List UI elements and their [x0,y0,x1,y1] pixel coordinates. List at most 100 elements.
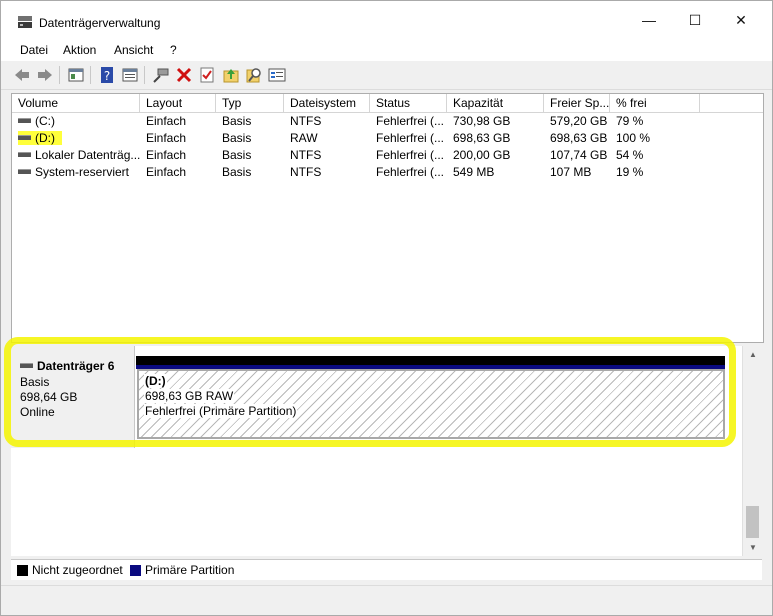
toolbar-separator [59,66,60,84]
minimize-button[interactable]: — [626,1,672,39]
unallocated-swatch [17,565,28,576]
close-button[interactable]: ✕ [718,1,764,39]
disk-state: Online [20,405,55,419]
maximize-button[interactable]: ☐ [672,1,718,39]
type-cell: Basis [222,131,252,145]
legend: Nicht zugeordnet Primäre Partition [11,559,762,580]
scroll-thumb[interactable] [746,506,759,538]
status-bar [1,585,772,615]
drive-icon [18,135,31,141]
console-tree-icon[interactable] [67,66,85,84]
percent-free-cell: 100 % [616,131,651,145]
filesystem-cell: NTFS [290,165,322,179]
percent-free-cell: 79 % [616,114,644,128]
menu-action[interactable]: Aktion [63,43,96,57]
volume-cell: System-reserviert [12,164,140,181]
toolbar-separator [90,66,91,84]
partition-letter: (D:) [144,374,167,388]
filesystem-cell: NTFS [290,148,322,162]
drive-icon [18,152,31,158]
column-header-status[interactable]: Status [370,94,447,112]
volume-cell: (C:) [12,113,140,130]
menu-view[interactable]: Ansicht [114,43,153,57]
volume-list[interactable]: Volume Layout Typ Dateisystem Status Kap… [11,93,764,343]
volume-row-local[interactable]: Lokaler Datenträg... Einfach Basis NTFS … [12,147,763,164]
menu-help[interactable]: ? [170,43,177,57]
volume-row-d[interactable]: (D:) Einfach Basis RAW Fehlerfrei (... 6… [12,130,763,147]
percent-free-cell: 54 % [616,148,644,162]
free-space-cell: 107 MB [550,165,592,179]
disk-management-app-icon [18,16,32,28]
column-header-filesystem[interactable]: Dateisystem [284,94,370,112]
status-cell: Fehlerfrei (... [376,148,445,162]
column-header-free-space[interactable]: Freier Sp... [544,94,610,112]
toolbar-separator [144,66,145,84]
column-header-layout[interactable]: Layout [140,94,216,112]
column-header-type[interactable]: Typ [216,94,284,112]
type-cell: Basis [222,165,252,179]
search-icon[interactable] [245,66,263,84]
window-title: Datenträgerverwaltung [39,16,161,30]
back-arrow-icon[interactable] [13,66,31,84]
disk-label[interactable]: Datenträger 6 Basis 698,64 GB Online [11,346,135,448]
column-header-percent-free[interactable]: % frei [610,94,700,112]
drive-icon [18,169,31,175]
disk-map-scrollbar[interactable]: ▲ ▼ [742,346,763,556]
capacity-cell: 698,63 GB [453,131,511,145]
volume-name: (D:) [35,131,55,145]
status-cell: Fehlerfrei (... [376,114,445,128]
folder-up-icon[interactable] [222,66,240,84]
legend-primary: Primäre Partition [145,563,235,577]
percent-free-cell: 19 % [616,165,644,179]
properties-icon[interactable] [121,66,139,84]
toolbar: ? [1,61,772,90]
partition-size-fs: 698,63 GB RAW [144,389,235,403]
connect-icon[interactable] [152,66,170,84]
help-icon[interactable]: ? [98,66,116,84]
menu-bar: Datei Aktion Ansicht ? [1,39,772,61]
legend-unallocated: Nicht zugeordnet [32,563,123,577]
layout-cell: Einfach [146,148,187,162]
volume-cell: Lokaler Datenträg... [12,147,140,164]
partition-d[interactable]: (D:) 698,63 GB RAW Fehlerfrei (Primäre P… [137,369,725,439]
type-cell: Basis [222,148,252,162]
filesystem-cell: NTFS [290,114,322,128]
capacity-cell: 549 MB [453,165,495,179]
free-space-cell: 698,63 GB [550,131,608,145]
disk-icon [20,363,33,369]
type-cell: Basis [222,114,252,128]
svg-text:?: ? [104,69,110,83]
filesystem-cell: RAW [290,131,318,145]
partition-status: Fehlerfrei (Primäre Partition) [144,404,298,418]
disk-map-pane[interactable]: Datenträger 6 Basis 698,64 GB Online (D:… [11,346,742,556]
column-header-capacity[interactable]: Kapazität [447,94,544,112]
volume-name: (C:) [35,114,55,128]
delete-icon[interactable] [175,66,193,84]
volume-row-system-reserved[interactable]: System-reserviert Einfach Basis NTFS Feh… [12,164,763,181]
layout-cell: Einfach [146,131,187,145]
check-icon[interactable] [198,66,216,84]
scroll-up-arrow-icon[interactable]: ▲ [743,346,763,363]
drive-icon [18,118,31,124]
title-bar: Datenträgerverwaltung — ☐ ✕ [1,1,772,39]
primary-partition-swatch [130,565,141,576]
settings-list-icon[interactable] [268,66,286,84]
capacity-cell: 200,00 GB [453,148,511,162]
forward-arrow-icon[interactable] [36,66,54,84]
disk-size: 698,64 GB [20,390,78,404]
layout-cell: Einfach [146,165,187,179]
status-cell: Fehlerfrei (... [376,131,445,145]
status-cell: Fehlerfrei (... [376,165,445,179]
disk-name: Datenträger 6 [37,359,115,373]
scroll-down-arrow-icon[interactable]: ▼ [743,539,763,556]
layout-cell: Einfach [146,114,187,128]
capacity-cell: 730,98 GB [453,114,511,128]
disk-type: Basis [20,375,50,389]
free-space-cell: 579,20 GB [550,114,608,128]
menu-file[interactable]: Datei [20,43,48,57]
volume-cell: (D:) [12,130,140,147]
volume-row-c[interactable]: (C:) Einfach Basis NTFS Fehlerfrei (... … [12,113,763,130]
free-space-cell: 107,74 GB [550,148,608,162]
volume-name: System-reserviert [35,165,130,179]
column-header-volume[interactable]: Volume [12,94,140,112]
